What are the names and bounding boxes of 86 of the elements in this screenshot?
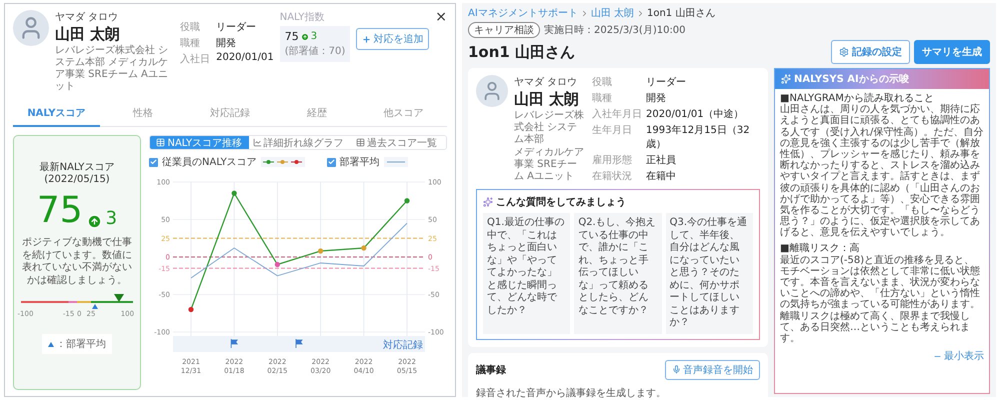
suggested-question: Q1.最近の仕事の中で、「これはちょっと面白いな」や「やっててよかったな」と感じた瞬間って、どんな時でしたか？ — [483, 213, 570, 334]
field-value: 正社員 — [646, 154, 677, 167]
legend-label: 従業員のNALYスコア — [162, 156, 257, 169]
legend-label: 部署平均 — [340, 156, 380, 169]
field-label: 雇用形態 — [592, 154, 633, 167]
generate-summary-button[interactable]: サマリを生成 — [914, 40, 990, 64]
page-title: 1on1 山田さん — [468, 42, 576, 62]
data-point — [274, 262, 280, 268]
add-action-button[interactable]: 対応を追加 — [356, 28, 430, 50]
table-icon — [156, 138, 166, 147]
field-value: 開発 — [216, 37, 238, 50]
insight-text: 山田さんは、周りの人を気づかい、期待に応えようと真面目に頑張る、とても協調性のある人です（受け入れ/保守性高）。ただ、自分の意見を強く主張するのは少し苦手で（解放性低）、プレッシャーを感じたり、頼み事を断れなかったりすると、ストレスを溜め込みやすいタイプと言えます。話すときは、まず彼の頑張りを具体的に認め（「山田さんのおかげで助かってるよ」等）、安心できる雰囲気を作ることが大切です。「もし〜ならどう思う？」のように、仮定や選択肢を示してあげると、意見を伝えやすいでしょう。 — [780, 104, 984, 238]
field-value: 2020/01/01（中途） — [646, 108, 745, 121]
latest-score: 75 — [36, 193, 83, 229]
record-settings-button[interactable]: 記録の設定 — [831, 40, 910, 64]
series-legend-icon — [260, 157, 305, 167]
naly-index-label: NALY指数 — [280, 10, 326, 24]
start-recording-button[interactable]: 音声録音を開始 — [665, 360, 760, 380]
field-label: 在籍状況 — [592, 170, 633, 183]
data-point — [361, 245, 366, 251]
plus-icon — [362, 34, 372, 44]
name-kana: ヤマダ タロウ — [55, 11, 120, 24]
suggested-question: Q2.もし、今抱えている仕事の中で、誰かに「これ、ちょっと手伝ってほしいな」って頼めるとしたら、どんなことですか？ — [574, 213, 662, 334]
field-value: リーダー — [646, 76, 687, 89]
organization: メディカルケア事業 SREチーム Aユニット — [514, 147, 585, 183]
field-value: 開発 — [646, 92, 667, 105]
organization: レバレジーズ株式会社 システム本部 メディカルケア事業 SREチーム Aユニット — [55, 45, 170, 93]
triangle-icon — [48, 342, 54, 346]
score-card-title: 最新NALYスコア (2022/05/15) — [38, 160, 116, 185]
flag-icon — [296, 338, 303, 348]
legend-label: ：部署平均 — [56, 338, 106, 351]
field-label: 生年月日 — [592, 124, 633, 138]
line-chart-icon — [252, 138, 262, 147]
tab[interactable]: 他スコア — [360, 101, 447, 127]
score-delta: 3 — [106, 208, 118, 229]
tab[interactable]: 対応記録 — [186, 101, 274, 127]
microphone-icon — [672, 365, 681, 374]
data-point — [232, 190, 237, 196]
field-value: 2020/01/01 — [216, 52, 274, 65]
field-value: 在籍中 — [646, 170, 677, 183]
tab[interactable]: NALYスコア — [13, 101, 100, 127]
category-tag: キャリア相談 — [468, 22, 540, 38]
field-label: 入社日 — [180, 52, 212, 66]
field-value: 1993年12月15日（32歳） — [646, 124, 751, 151]
flag-icon — [230, 338, 238, 348]
meeting-datetime: 実施日時：2025/3/3(月)10:00 — [544, 24, 686, 37]
insight-heading: ■NALYGRAMから読み取れること — [780, 93, 935, 104]
insight-heading: ■離職リスク：高 — [780, 243, 860, 254]
breadcrumb-link[interactable]: AIマネジメントサポート — [468, 6, 578, 20]
field-label: 職種 — [592, 92, 613, 105]
insight-text: 最近のスコア(-58)と直近の推移を見ると、モチベーションは依然として非常に低い状態です。本音を言えないまま、状況が変わらないことへの諦めや、「仕方ない」という惰性の気持ちが強まっている可能性があります。離職リスクは極めて高く、限界まで我慢して、ある日突然…ということも考えられます。 — [780, 254, 981, 344]
score-delta: 3 — [310, 31, 318, 42]
records-label[interactable]: 対応記録 — [383, 340, 423, 351]
field-label: 役職 — [592, 76, 613, 89]
chart-view-tab[interactable]: NALYスコア推移 — [150, 136, 249, 149]
field-label: 職種 — [180, 36, 202, 50]
employee-name: 山田 太朗 — [514, 90, 580, 109]
table-icon — [356, 138, 366, 147]
name-kana: ヤマダ タロウ — [514, 76, 578, 89]
tab[interactable]: 性格 — [100, 101, 187, 127]
tab[interactable]: 経歴 — [273, 101, 360, 127]
close-button[interactable]: × — [435, 10, 447, 24]
score-message: ポジティブな動機で仕事を続けています。数値に表れていない不満がないかは確認しましょう。 — [21, 237, 133, 287]
data-point — [404, 198, 410, 204]
data-point — [188, 306, 194, 312]
settings-icon — [839, 47, 849, 57]
suggestions-title: こんな質問をしてみましょう — [496, 196, 626, 209]
organization: レバレジーズ株式会社 システム本部 — [514, 110, 585, 146]
checkbox[interactable] — [326, 158, 336, 166]
field-value: リーダー — [216, 21, 258, 34]
minimize-link[interactable]: 最小表示 — [933, 349, 984, 364]
breadcrumb-link[interactable]: 山田 太朗 — [590, 6, 634, 20]
ai-panel-title: NALYSYS AIからの示唆 — [794, 72, 909, 86]
naly-score: 75 — [284, 30, 299, 43]
minutes-title: 議事録 — [476, 363, 506, 376]
field-label: 入社年月日 — [592, 108, 642, 121]
employee-name: 山田 太朗 — [55, 25, 122, 44]
minutes-description: 録音された音声から議事録を生成します。 — [476, 386, 667, 400]
checkbox[interactable] — [149, 158, 158, 166]
suggested-question: Q3.今の仕事を通して、半年後、自分はどんな風になっていたいと思う？そのために、何かサポートしてほしいことはありますか？ — [666, 213, 753, 334]
field-label: 役職 — [180, 20, 202, 34]
sparkle-icon — [781, 74, 791, 84]
data-point — [318, 248, 324, 254]
breadcrumb-current[interactable]: 1on1 山田さん — [646, 6, 716, 20]
sparkle-icon — [483, 197, 493, 207]
department-score: (部署値：70) — [284, 44, 346, 58]
